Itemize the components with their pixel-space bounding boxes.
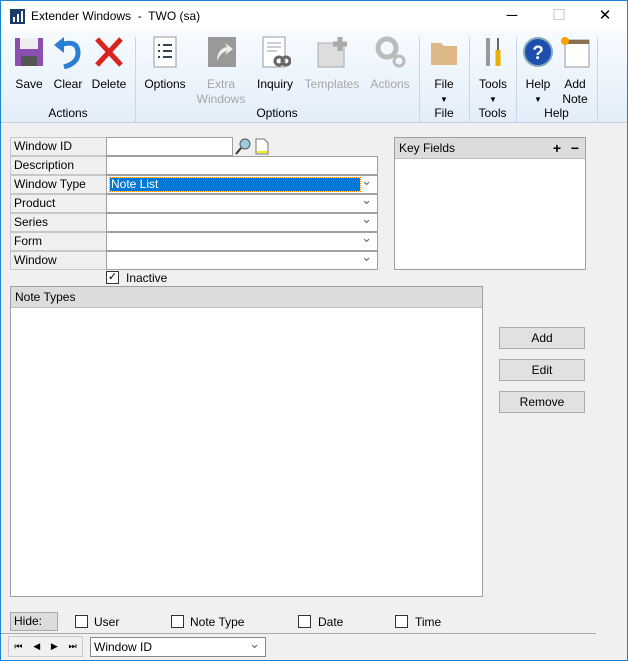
note-types-grid[interactable]: Note Types — [10, 286, 483, 597]
lookup-icon[interactable] — [234, 138, 252, 155]
divider — [1, 633, 596, 634]
templates-icon — [317, 37, 347, 68]
dropdown-arrow-icon: ▼ — [440, 95, 448, 104]
sort-by-value: Window ID — [94, 640, 153, 654]
group-label-tools: Tools — [478, 106, 507, 120]
group-label-actions: Actions — [48, 106, 88, 120]
window-dropdown[interactable] — [106, 249, 378, 270]
series-dropdown[interactable] — [106, 211, 378, 232]
templates-button[interactable]: Templates — [304, 35, 360, 92]
product-dropdown[interactable] — [106, 192, 378, 213]
key-fields-header: Key Fields + − — [395, 138, 585, 159]
key-fields-list[interactable]: Key Fields + − — [394, 137, 586, 270]
group-label-file: File — [434, 106, 454, 120]
extra-windows-icon — [208, 37, 236, 67]
options-button[interactable]: Options — [137, 35, 193, 92]
app-logo-icon — [10, 9, 25, 24]
ribbon: Save Clear Delete Options Extra Windows … — [1, 31, 627, 123]
edit-button[interactable]: Edit — [499, 359, 585, 381]
close-button[interactable]: ✕ — [590, 5, 620, 27]
new-note-icon[interactable] — [254, 138, 270, 155]
window-id-input[interactable] — [106, 137, 233, 156]
delete-icon — [95, 37, 123, 67]
extender-windows-window: Extender Windows - TWO (sa) ─ ☐ ✕ Save C… — [0, 0, 628, 661]
form-dropdown[interactable] — [106, 230, 378, 251]
group-label-options: Options — [256, 106, 298, 120]
hide-time-checkbox[interactable] — [395, 615, 408, 628]
series-label: Series — [10, 213, 106, 232]
window-label: Window — [10, 251, 106, 270]
add-note-icon — [561, 37, 590, 68]
remove-button[interactable]: Remove — [499, 391, 585, 413]
file-menu-button[interactable]: File ▼ — [416, 35, 472, 107]
hide-time-label: Time — [415, 615, 442, 629]
window-type-label: Window Type — [10, 175, 106, 194]
description-input[interactable] — [106, 156, 378, 175]
inquiry-button[interactable]: Inquiry — [247, 35, 303, 92]
maximize-button[interactable]: ☐ — [544, 5, 574, 27]
extra-windows-button[interactable]: Extra Windows — [193, 35, 249, 107]
window-title: Extender Windows - TWO (sa) — [31, 9, 201, 23]
form-label: Form — [10, 232, 106, 251]
add-button[interactable]: Add — [499, 327, 585, 349]
description-label: Description — [10, 156, 106, 175]
options-list-icon — [153, 36, 177, 68]
hide-user-checkbox[interactable] — [75, 615, 88, 628]
delete-button[interactable]: Delete — [81, 35, 137, 92]
actions-button[interactable]: Actions — [362, 35, 418, 92]
product-label: Product — [10, 194, 106, 213]
window-type-value: Note List — [109, 177, 361, 192]
hide-note-type-checkbox[interactable] — [171, 615, 184, 628]
svg-text:?: ? — [532, 43, 544, 64]
next-record-button[interactable]: ▶ — [51, 637, 58, 656]
add-key-field-button[interactable]: + — [553, 138, 561, 158]
inquiry-icon — [262, 36, 291, 68]
undo-icon — [54, 37, 81, 69]
note-types-header: Note Types — [11, 287, 482, 308]
minimize-button[interactable]: ─ — [497, 5, 527, 27]
tools-icon — [486, 38, 501, 66]
hide-date-checkbox[interactable] — [298, 615, 311, 628]
hide-label: Hide: — [10, 612, 58, 631]
previous-record-button[interactable]: ◀ — [33, 637, 40, 656]
inactive-checkbox[interactable]: ✓ — [106, 271, 119, 284]
record-navigation: ⏮ ◀ ▶ ⏭ — [8, 636, 83, 657]
add-note-button[interactable]: Add Note — [547, 35, 603, 107]
last-record-button[interactable]: ⏭ — [69, 637, 77, 656]
window-type-dropdown[interactable]: Note List — [106, 173, 378, 194]
hide-date-label: Date — [318, 615, 344, 629]
first-record-button[interactable]: ⏮ — [14, 637, 22, 656]
folder-icon — [431, 43, 457, 65]
gears-icon — [375, 36, 406, 68]
hide-user-label: User — [94, 615, 120, 629]
key-fields-title: Key Fields — [399, 141, 456, 155]
remove-key-field-button[interactable]: − — [571, 138, 579, 158]
window-id-label: Window ID — [10, 137, 106, 156]
title-bar: Extender Windows - TWO (sa) ─ ☐ ✕ — [1, 1, 627, 31]
sort-by-dropdown[interactable]: Window ID — [90, 635, 266, 657]
group-label-help: Help — [544, 106, 569, 120]
hide-note-type-label: Note Type — [190, 615, 245, 629]
inactive-label: Inactive — [126, 271, 168, 285]
